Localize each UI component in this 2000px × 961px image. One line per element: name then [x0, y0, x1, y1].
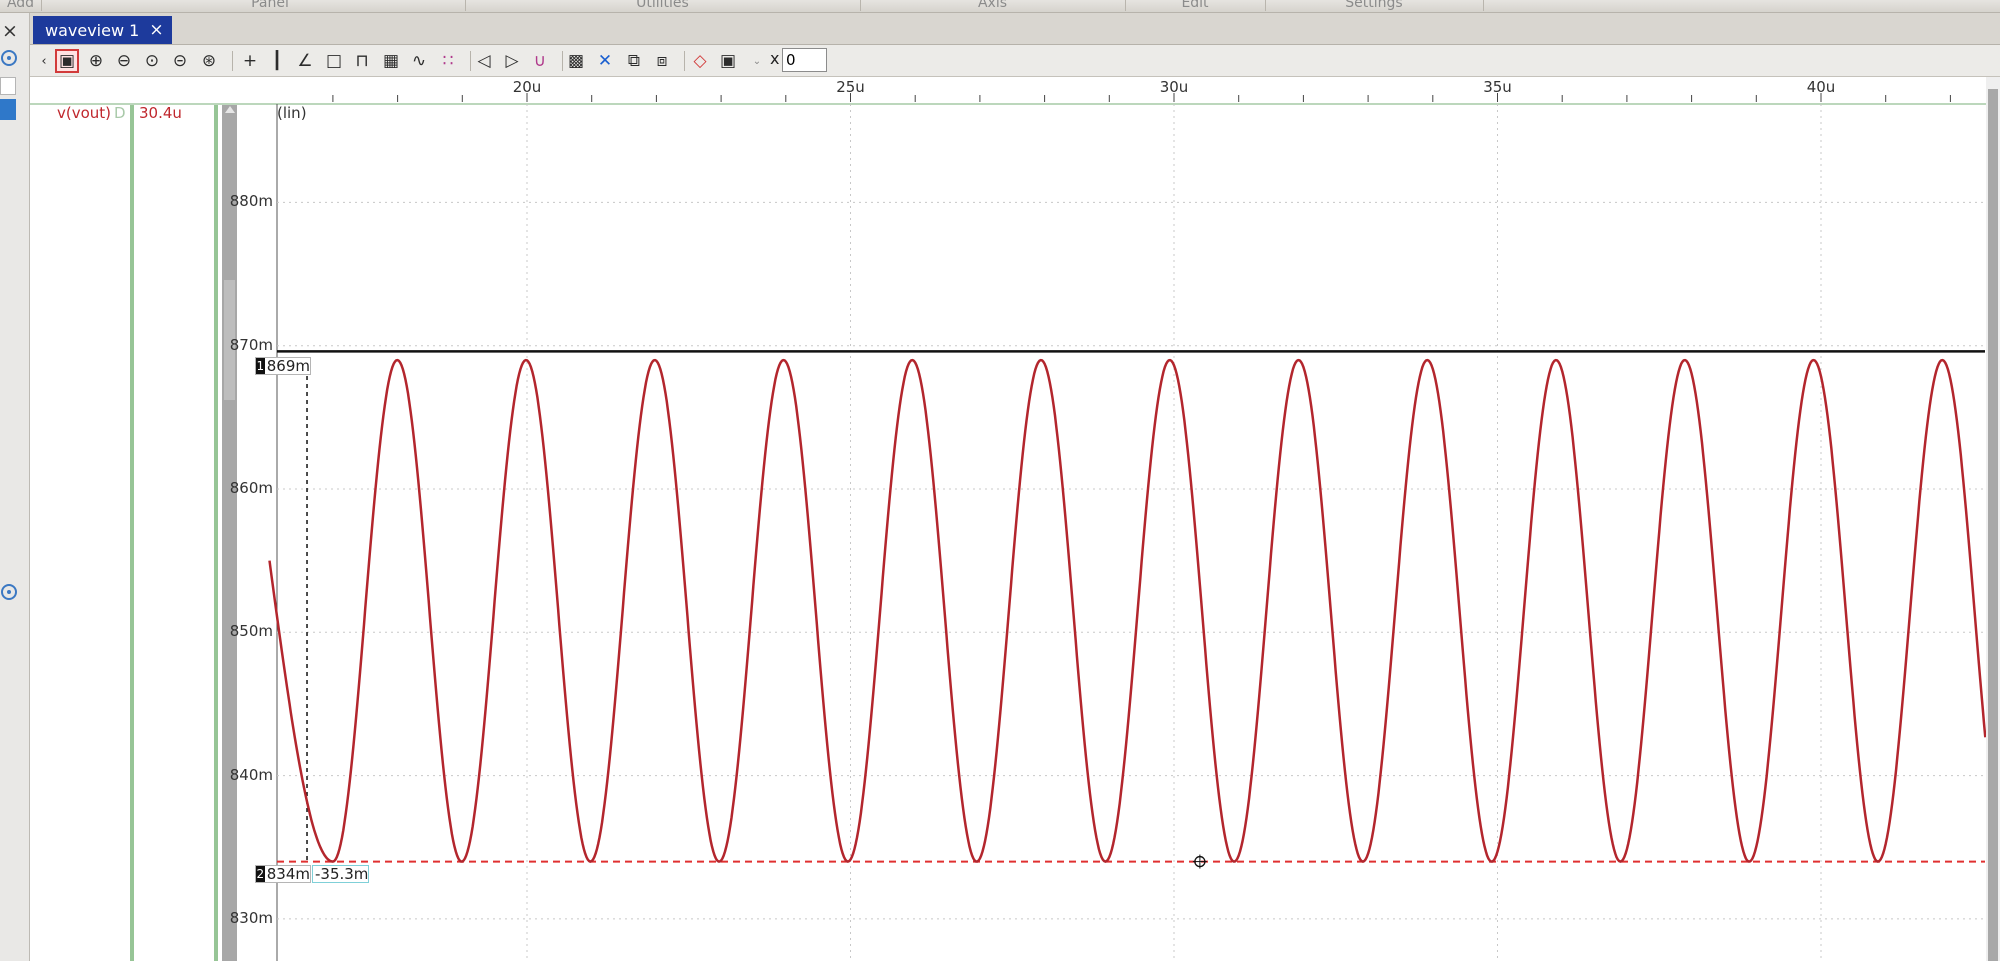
cursor-icon[interactable]: +	[238, 49, 262, 73]
toolbar-separator	[684, 51, 685, 71]
measure-icon[interactable]: ∠	[293, 49, 317, 73]
zoom-area-icon[interactable]: ⊝	[168, 49, 192, 73]
signal-name[interactable]: v(vout)	[57, 104, 111, 122]
marker-value: 834m	[266, 865, 310, 883]
delete-icon[interactable]: ✕	[593, 49, 617, 73]
trigger-icon[interactable]: ∪	[528, 49, 552, 73]
group-icon[interactable]: ▩	[564, 49, 588, 73]
menu-panel[interactable]: Panel	[75, 0, 466, 11]
waveform-plot[interactable]	[240, 103, 1986, 961]
marker-index: 2	[256, 866, 265, 882]
marker-icon[interactable]: ∷	[436, 49, 460, 73]
menu-settings[interactable]: Settings	[1265, 0, 1484, 11]
copy-icon[interactable]: ⧉	[622, 49, 646, 73]
dock-target-icon[interactable]	[1, 50, 17, 66]
tab-label: waveview 1	[45, 20, 140, 40]
panel-divider[interactable]	[130, 105, 134, 961]
menu-utilities[interactable]: Utilities	[465, 0, 861, 11]
scroll-left-icon[interactable]: ‹	[32, 49, 56, 73]
x-position-label: x	[770, 49, 780, 68]
y-scrollbar[interactable]	[222, 105, 237, 961]
zoom-fit-icon[interactable]: ⊙	[140, 49, 164, 73]
zoom-prev-icon[interactable]: ⊛	[197, 49, 221, 73]
tab-waveview[interactable]: waveview 1 ×	[33, 16, 172, 44]
tab-close-icon[interactable]: ×	[149, 20, 163, 40]
marker-delta-label: -35.3m	[312, 865, 369, 883]
marker-2-label[interactable]: 2 834m	[255, 865, 311, 883]
marker-1-label[interactable]: 1 869m	[255, 357, 311, 375]
eraser-icon[interactable]: ◇	[688, 49, 712, 73]
select-zoom-icon[interactable]: ▣	[55, 49, 79, 73]
toolbar-separator	[562, 51, 563, 71]
left-dock	[0, 13, 30, 961]
dock-target-icon[interactable]	[1, 584, 17, 600]
marker-delta: -35.3m	[315, 865, 369, 883]
next-edge-icon[interactable]: ▷	[500, 49, 524, 73]
close-icon[interactable]: ×	[2, 20, 18, 42]
menu-bar: Add Panel Utilities Axis Edit Settings	[0, 0, 2000, 13]
signal-list	[30, 105, 130, 961]
scroll-up-icon[interactable]	[225, 106, 235, 113]
dock-field[interactable]	[0, 77, 16, 95]
signal-cursor-value: 30.4u	[139, 104, 182, 122]
zoom-in-icon[interactable]: ⊕	[84, 49, 108, 73]
menu-axis[interactable]: Axis	[860, 0, 1126, 11]
x-position-input[interactable]	[782, 48, 827, 72]
menu-edit[interactable]: Edit	[1125, 0, 1266, 11]
vertical-bars-icon[interactable]: ┃	[265, 49, 289, 73]
x-axis-ticks	[332, 93, 1951, 102]
signal-flag: D	[114, 104, 126, 122]
annotation-icon[interactable]: □	[322, 49, 346, 73]
more-icon[interactable]: ⌄	[745, 49, 769, 73]
toolbar-separator	[470, 51, 471, 71]
waveform-icon[interactable]: ∿	[407, 49, 431, 73]
toolbar-separator	[232, 51, 233, 71]
panel-divider[interactable]	[214, 105, 218, 961]
link-icon[interactable]: ⧈	[650, 49, 674, 73]
prev-edge-icon[interactable]: ◁	[472, 49, 496, 73]
fit-window-icon[interactable]: ▣	[716, 49, 740, 73]
marker-value: 869m	[266, 357, 310, 375]
zoom-out-icon[interactable]: ⊖	[112, 49, 136, 73]
marker-index: 1	[256, 358, 265, 374]
dock-selected-item[interactable]	[0, 99, 16, 120]
tab-bar	[30, 13, 2000, 45]
menu-add[interactable]: Add	[0, 0, 42, 11]
right-scrollbar-thumb[interactable]	[1988, 89, 1998, 961]
pulse-icon[interactable]: ⊓	[350, 49, 374, 73]
grid-icon[interactable]: ▦	[379, 49, 403, 73]
